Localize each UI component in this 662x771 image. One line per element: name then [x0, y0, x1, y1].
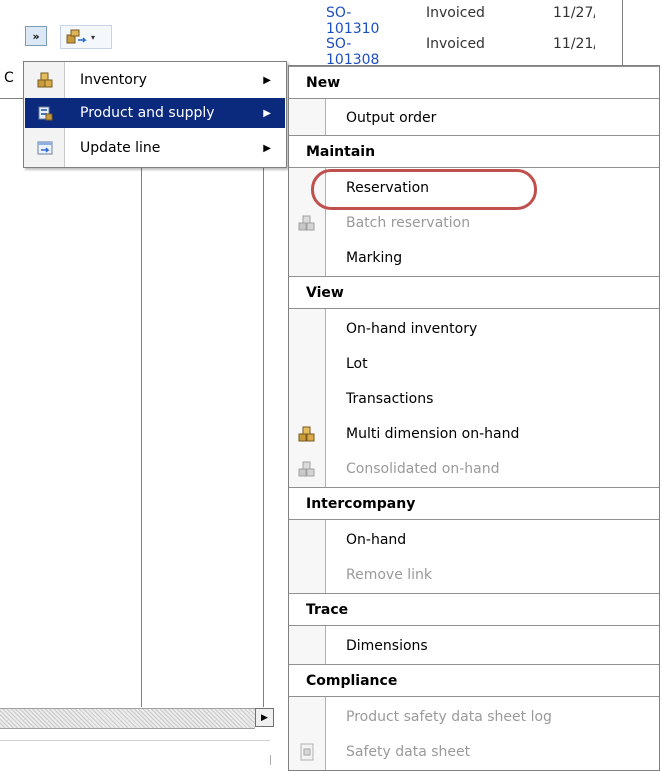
submenu-arrow-icon: ▶ [263, 107, 271, 119]
consolidated-icon [298, 461, 315, 477]
horizontal-scrollbar[interactable] [0, 708, 255, 729]
order-link[interactable]: SO-101308 [326, 36, 379, 68]
product-tool-icon [66, 29, 87, 44]
divider [0, 98, 25, 99]
section-header-compliance: Compliance [289, 664, 659, 697]
menu-item-label: Dimensions [346, 637, 428, 654]
order-link[interactable]: SO-101310 [326, 5, 379, 37]
menu-item-label: Update line [80, 140, 161, 156]
section-header-view: View [289, 276, 659, 309]
menu-item-on-hand[interactable]: On-hand [289, 522, 659, 557]
grid-column-divider [141, 168, 142, 707]
section-header-intercompany: Intercompany [289, 487, 659, 520]
grid-column-divider [263, 168, 264, 707]
menu-item-label: Safety data sheet [346, 743, 471, 760]
batch-reservation-icon [298, 215, 315, 231]
menu-item-label: On-hand inventory [346, 320, 478, 337]
menu-item-multi-dimension-on-hand[interactable]: Multi dimension on-hand [289, 416, 659, 451]
product-tool-dropdown[interactable]: ▾ [60, 25, 112, 49]
context-menu-primary: Inventory ▶ Product and supply ▶ Update … [23, 61, 287, 168]
menu-item-label: Multi dimension on-hand [346, 425, 520, 442]
arrow-right-icon: ▶ [261, 712, 268, 723]
section-header-trace: Trace [289, 593, 659, 626]
order-status: Invoiced [426, 36, 485, 52]
menu-item-label: Lot [346, 355, 368, 372]
scroll-right-button[interactable]: ▶ [255, 708, 274, 727]
inventory-icon [37, 72, 53, 88]
product-supply-icon [38, 106, 53, 121]
menu-item-remove-link: Remove link [289, 557, 659, 592]
dropdown-arrow-icon: ▾ [91, 32, 96, 42]
left-pane-fragment: C [4, 70, 14, 86]
order-date: 11/27/20 [553, 5, 595, 21]
update-line-icon [37, 141, 53, 155]
submenu-arrow-icon: ▶ [263, 142, 271, 154]
menu-item-transactions[interactable]: Transactions [289, 381, 659, 416]
toolbar-chevron-button[interactable]: » [25, 26, 47, 46]
menu-item-consolidated-on-hand: Consolidated on-hand [289, 451, 659, 486]
menu-item-dimensions[interactable]: Dimensions [289, 628, 659, 663]
menu-item-label: On-hand [346, 531, 407, 548]
section-header-maintain: Maintain [289, 135, 659, 168]
divider [0, 740, 270, 741]
menu-item-batch-reservation: Batch reservation [289, 205, 659, 240]
menu-item-inventory[interactable]: Inventory ▶ [25, 65, 285, 95]
menu-item-label: Batch reservation [346, 214, 471, 231]
section-header-new: New [289, 66, 659, 99]
menu-item-lot[interactable]: Lot [289, 346, 659, 381]
menu-item-product-safety-data-sheet-log: Product safety data sheet log [289, 699, 659, 734]
context-menu-product-and-supply: New Output order Maintain Reservation Ba… [288, 65, 660, 771]
menu-item-label: Transactions [346, 390, 434, 407]
menu-item-label: Product safety data sheet log [346, 708, 552, 725]
submenu-arrow-icon: ▶ [263, 74, 271, 86]
menu-item-safety-data-sheet: Safety data sheet [289, 734, 659, 769]
menu-item-label: Output order [346, 109, 437, 126]
menu-item-product-and-supply[interactable]: Product and supply ▶ [25, 98, 285, 128]
menu-item-label: Product and supply [80, 105, 215, 121]
menu-item-label: Inventory [80, 72, 147, 88]
menu-item-label: Consolidated on-hand [346, 460, 500, 477]
menu-item-output-order[interactable]: Output order [289, 100, 659, 135]
menu-item-label: Marking [346, 249, 403, 266]
multi-dimension-icon [298, 426, 315, 442]
menu-item-label: Remove link [346, 566, 433, 583]
chevron-double-right-icon: » [32, 29, 40, 43]
menu-item-reservation[interactable]: Reservation [289, 170, 659, 205]
safety-sheet-icon [300, 743, 314, 761]
order-status: Invoiced [426, 5, 485, 21]
menu-item-update-line[interactable]: Update line ▶ [25, 133, 285, 163]
order-date: 11/21/20 [553, 36, 595, 52]
menu-item-on-hand-inventory[interactable]: On-hand inventory [289, 311, 659, 346]
menu-item-label: Reservation [346, 179, 430, 196]
divider [270, 755, 271, 765]
grid-right-border [622, 0, 623, 65]
menu-item-marking[interactable]: Marking [289, 240, 659, 275]
